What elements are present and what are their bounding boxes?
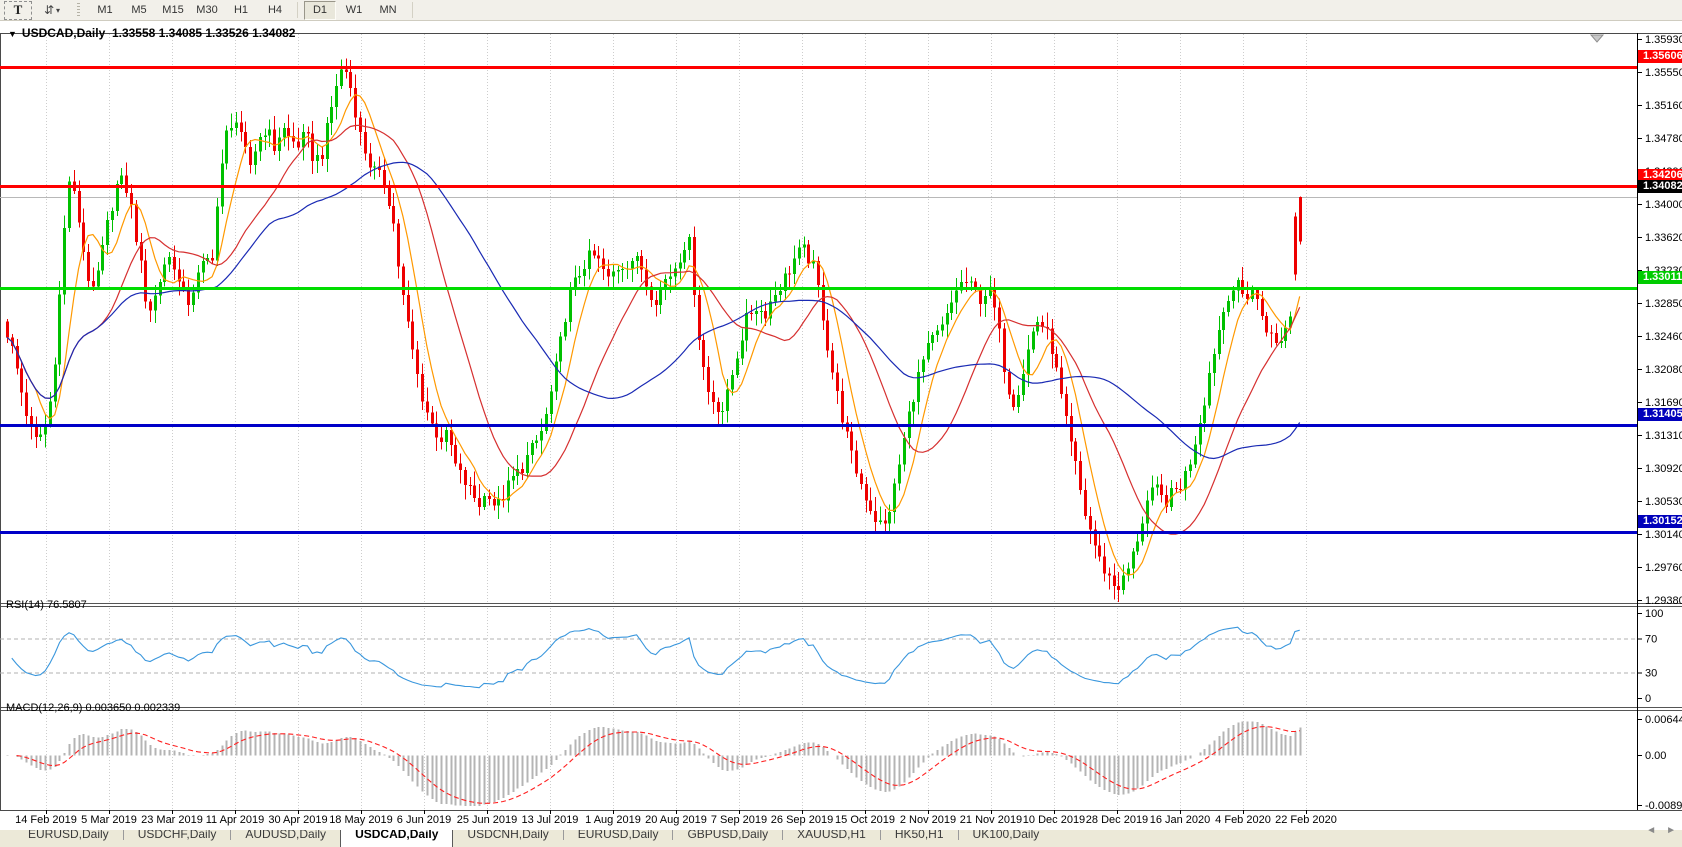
price-tick-label: 1.35160 — [1645, 100, 1682, 112]
price-chart-canvas: 1.359301.355501.351601.347801.343901.340… — [0, 33, 1682, 830]
timeframe-button-m30[interactable]: M30 — [191, 1, 223, 20]
date-label: 6 Jun 2019 — [397, 814, 451, 826]
current-price-badge: 1.34082 — [1638, 180, 1682, 193]
timeframe-button-mn[interactable]: MN — [372, 1, 404, 20]
date-label: 22 Feb 2020 — [1275, 814, 1337, 826]
rsi-tick-label: 70 — [1645, 634, 1657, 646]
price-tick-label: 1.35930 — [1645, 34, 1682, 46]
date-label: 18 May 2019 — [329, 814, 393, 826]
date-label: 10 Dec 2019 — [1023, 814, 1085, 826]
toolbar-grip — [77, 3, 80, 17]
chart-symbol-label: USDCAD,Daily — [21, 26, 106, 40]
arrange-arrows-icon: ⇵ — [43, 3, 55, 17]
rsi-tick-label: 100 — [1645, 608, 1663, 620]
macd-tick-label: 0.006448 — [1645, 714, 1682, 726]
tabs-scroll-left-button[interactable]: ◄ — [1646, 825, 1656, 836]
date-label: 25 Jun 2019 — [457, 814, 518, 826]
timeframe-button-m15[interactable]: M15 — [157, 1, 189, 20]
date-label: 15 Oct 2019 — [835, 814, 895, 826]
timeframe-button-group: M1 M5 M15 M30 H1 H4 D1 W1 MN — [89, 0, 404, 20]
price-tick-label: 1.29380 — [1645, 595, 1682, 607]
level-price-badge: 1.31405 — [1638, 408, 1682, 421]
date-label: 30 Apr 2019 — [268, 814, 327, 826]
arrange-windows-button[interactable]: ⇵ ▾ — [36, 1, 68, 20]
macd-tick-label: 0.00 — [1645, 750, 1666, 762]
price-tick-label: 1.31310 — [1645, 430, 1682, 442]
rsi-indicator-label: RSI(14) 76.5807 — [6, 599, 87, 611]
date-label: 13 Jul 2019 — [522, 814, 579, 826]
price-tick-label: 1.30140 — [1645, 529, 1682, 541]
rsi-tick-label: 0 — [1645, 693, 1651, 705]
macd-tick-label: -0.008982 — [1645, 800, 1682, 812]
level-price-badge: 1.35606 — [1638, 50, 1682, 63]
toolbar-separator — [412, 2, 413, 18]
price-tick-label: 1.33620 — [1645, 232, 1682, 244]
price-tick-label: 1.32460 — [1645, 331, 1682, 343]
date-label: 16 Jan 2020 — [1150, 814, 1211, 826]
date-label: 11 Apr 2019 — [206, 814, 265, 826]
date-label: 23 Mar 2019 — [141, 814, 203, 826]
timeframe-button-h4[interactable]: H4 — [259, 1, 291, 20]
text-tool-button[interactable]: T — [4, 0, 32, 20]
tab-scroll-controls: ◄ ► — [1646, 825, 1676, 836]
timeframe-button-m5[interactable]: M5 — [123, 1, 155, 20]
date-label: 21 Nov 2019 — [960, 814, 1022, 826]
date-label: 4 Feb 2020 — [1215, 814, 1271, 826]
price-tick-label: 1.32850 — [1645, 298, 1682, 310]
chart-title: ▼ USDCAD,Daily 1.33558 1.34085 1.33526 1.… — [8, 26, 295, 40]
chevron-down-icon[interactable]: ▾ — [56, 6, 60, 15]
top-toolbar: T ⇵ ▾ M1 M5 M15 M30 H1 H4 D1 W1 MN — [0, 0, 1682, 21]
rsi-tick-label: 30 — [1645, 668, 1657, 680]
price-tick-label: 1.34000 — [1645, 199, 1682, 211]
level-price-badge: 1.30152 — [1638, 515, 1682, 528]
date-label: 14 Feb 2019 — [15, 814, 77, 826]
date-label: 7 Sep 2019 — [711, 814, 767, 826]
date-label: 1 Aug 2019 — [585, 814, 641, 826]
macd-indicator-label: MACD(12,26,9) 0.003650 0.002339 — [6, 702, 181, 714]
timeframe-button-m1[interactable]: M1 — [89, 1, 121, 20]
timeframe-button-w1[interactable]: W1 — [338, 1, 370, 20]
price-tick-label: 1.34780 — [1645, 133, 1682, 145]
chart-dropdown-icon[interactable]: ▼ — [8, 29, 17, 39]
tabs-scroll-right-button[interactable]: ► — [1666, 825, 1676, 836]
toolbar-separator — [297, 2, 298, 18]
price-tick-label: 1.35550 — [1645, 67, 1682, 79]
level-price-badge: 1.33011 — [1638, 271, 1682, 284]
date-label: 26 Sep 2019 — [771, 814, 833, 826]
date-label: 20 Aug 2019 — [645, 814, 707, 826]
price-tick-label: 1.30920 — [1645, 463, 1682, 475]
trading-terminal-window: T ⇵ ▾ M1 M5 M15 M30 H1 H4 D1 W1 MN 1.35930 1.35550… — [0, 0, 1682, 847]
date-label: 2 Nov 2019 — [900, 814, 956, 826]
date-label: 5 Mar 2019 — [81, 814, 137, 826]
chart-ohlc-values: 1.33558 1.34085 1.33526 1.34082 — [111, 26, 296, 40]
date-label: 28 Dec 2019 — [1086, 814, 1148, 826]
timeframe-button-d1[interactable]: D1 — [304, 0, 336, 20]
price-tick-label: 1.30530 — [1645, 496, 1682, 508]
price-tick-label: 1.29760 — [1645, 562, 1682, 574]
price-tick-label: 1.32080 — [1645, 364, 1682, 376]
timeframe-button-h1[interactable]: H1 — [225, 1, 257, 20]
